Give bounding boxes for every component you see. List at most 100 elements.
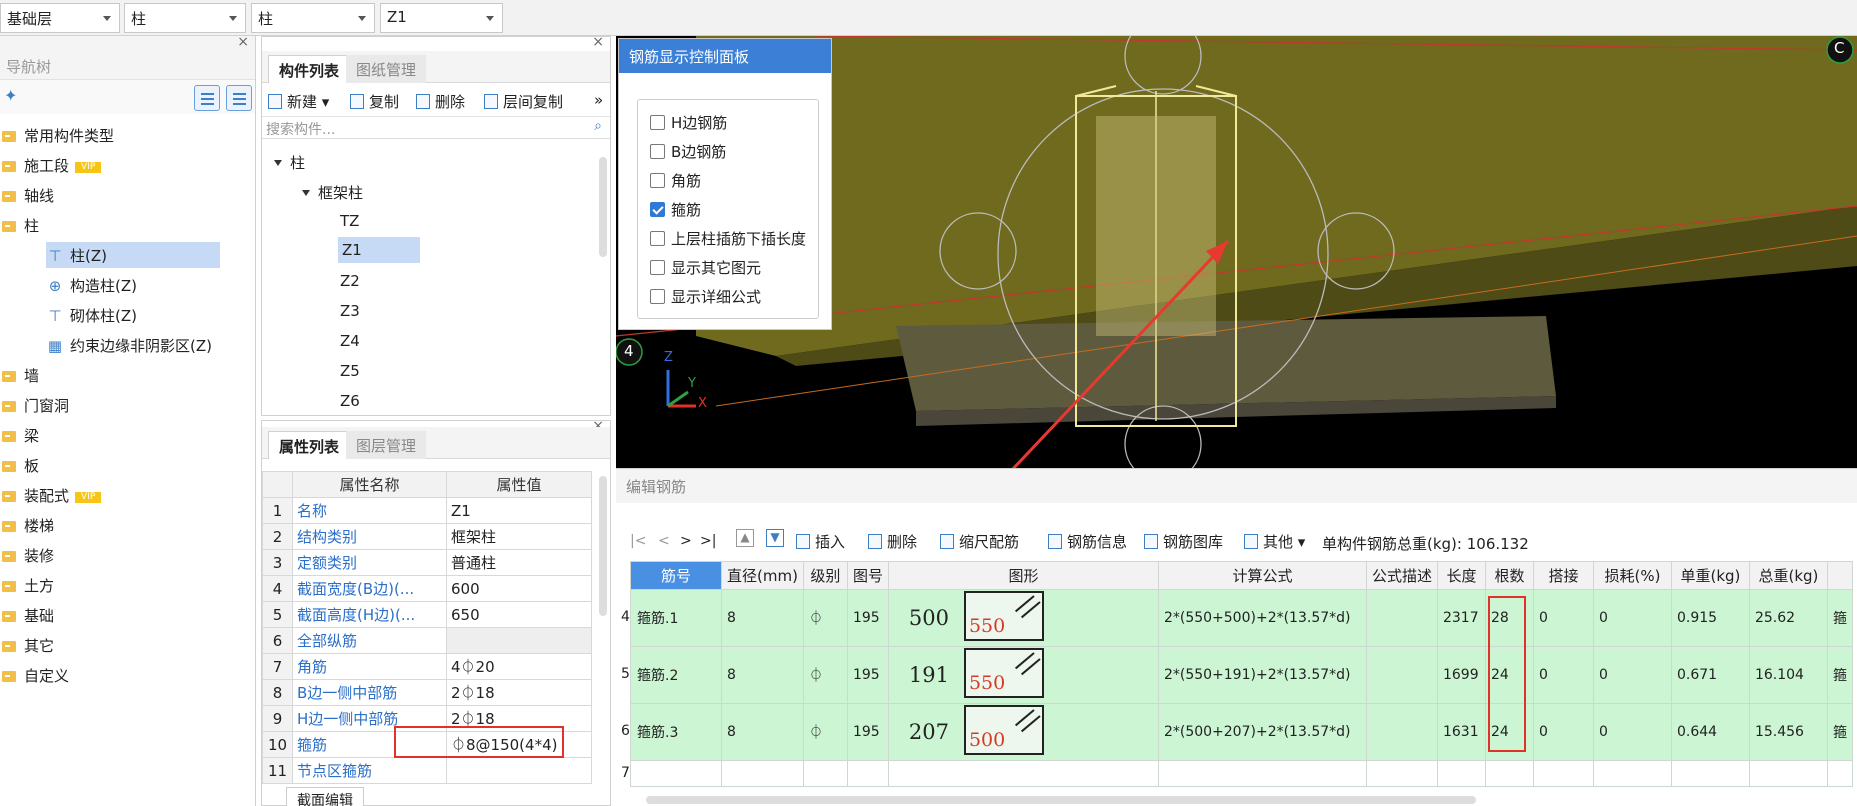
h-rebar-checkbox[interactable]: H边钢筋 [650,112,727,133]
detail-view-icon[interactable] [226,85,252,111]
more-icon[interactable]: » [594,91,603,109]
property-value[interactable] [446,757,592,784]
cell-formula[interactable]: 2*(550+191)+2*(13.57*d) [1157,646,1367,704]
cell-total-weight[interactable]: 25.62 [1748,589,1828,647]
nav-item-slab[interactable]: 板 [2,452,39,478]
component-select[interactable]: Z1 [380,3,503,33]
move-up-icon[interactable]: ▲ [736,529,754,547]
nav-item-column-z[interactable]: ⊤ 柱(Z) [46,242,220,268]
nav-item-earthwork[interactable]: 土方 [2,572,54,598]
list-view-icon[interactable] [194,85,220,111]
property-value[interactable]: 650 [446,601,592,628]
cell-unit-weight[interactable]: 0.671 [1670,646,1750,704]
cell-formula-desc[interactable] [1365,646,1438,704]
cell-formula-desc[interactable] [1365,589,1438,647]
cell-formula[interactable]: 2*(500+207)+2*(13.57*d) [1157,703,1367,761]
nav-item-foundation[interactable]: 基础 [2,602,54,628]
property-value[interactable]: 600 [446,575,592,602]
horizontal-scrollbar[interactable] [646,796,1476,804]
cell-figure-no[interactable]: 195 [846,589,889,647]
empty-cell[interactable] [1826,760,1853,787]
rebar-library-button[interactable]: 钢筋图库 [1144,531,1223,552]
cell-grade[interactable]: ⏀ [802,589,848,647]
tree-item[interactable]: Z5 [340,362,360,380]
rebar-info-button[interactable]: 钢筋信息 [1048,531,1127,552]
empty-cell[interactable] [721,760,804,787]
tree-item[interactable]: Z4 [340,332,360,350]
sparkle-icon[interactable]: ✦ [4,86,17,105]
cell-extra[interactable]: 箍 [1826,646,1853,704]
nav-item-common[interactable]: 常用构件类型 [2,122,114,148]
table-row[interactable]: 5 截面高度(H边)(... 650 [262,601,592,628]
cell-shape[interactable]: 191 550 [887,646,1159,704]
close-icon[interactable]: × [237,34,249,50]
empty-cell[interactable] [802,760,848,787]
empty-cell[interactable] [846,760,889,787]
cell-diameter[interactable]: 8 [721,589,804,647]
search-icon[interactable]: ⌕ [594,118,602,134]
nav-item-custom[interactable]: 自定义 [2,662,69,688]
cell-shape[interactable]: 500 550 [887,589,1159,647]
new-button[interactable]: 新建 ▾ [268,91,329,112]
scale-rebar-button[interactable]: 缩尺配筋 [940,531,1019,552]
empty-cell[interactable] [1484,760,1534,787]
table-row[interactable]: 4 箍筋.1 8 ⏀ 195 500 550 2*(550+500)+2*(13.5… [621,589,1853,647]
show-formula-checkbox[interactable]: 显示详细公式 [650,286,761,307]
empty-cell[interactable] [1365,760,1438,787]
floor-copy-button[interactable]: 层间复制 [484,91,563,112]
cell-diameter[interactable]: 8 [721,703,804,761]
close-icon[interactable]: × [592,34,604,50]
nav-item-decoration[interactable]: 装修 [2,542,54,568]
tree-item[interactable]: Z2 [340,272,360,290]
scrollbar[interactable] [599,157,607,257]
table-row[interactable]: 2 结构类别 框架柱 [262,523,592,550]
cell-formula-desc[interactable] [1365,703,1438,761]
component-search-input[interactable]: 搜索构件... ⌕ [262,117,610,139]
cell-grade[interactable]: ⏀ [802,646,848,704]
cell-lap[interactable]: 0 [1532,646,1594,704]
empty-cell[interactable] [887,760,1159,787]
nav-first-icon[interactable]: |< [630,533,646,549]
cell-loss[interactable]: 0 [1592,589,1672,647]
cell-unit-weight[interactable]: 0.644 [1670,703,1750,761]
cell-figure-no[interactable]: 195 [846,646,889,704]
scrollbar[interactable] [599,476,607,616]
b-rebar-checkbox[interactable]: B边钢筋 [650,141,726,162]
nav-prev-icon[interactable]: < [658,533,670,549]
tree-item-selected[interactable]: Z1 [338,237,420,263]
floor-select[interactable]: 基础层 [0,3,120,33]
move-down-icon[interactable]: ▼ [766,529,784,547]
table-row[interactable]: 1 名称 Z1 [262,497,592,524]
cell-length[interactable]: 1631 [1436,703,1486,761]
cell-total-weight[interactable]: 16.104 [1748,646,1828,704]
tab-section-edit[interactable]: 截面编辑 [286,787,364,806]
other-button[interactable]: 其他 ▾ [1244,531,1305,552]
property-value[interactable]: 4⏀20 [446,653,592,680]
corner-rebar-checkbox[interactable]: 角筋 [650,170,701,191]
table-row[interactable]: 11 节点区箍筋 [262,757,592,784]
cell-loss[interactable]: 0 [1592,703,1672,761]
tree-item[interactable]: Z3 [340,302,360,320]
cell-no[interactable]: 6 箍筋.3 [621,703,722,761]
property-value[interactable]: Z1 [446,497,592,524]
table-row[interactable]: 8 B边一侧中部筋 2⏀18 [262,679,592,706]
nav-item-boundary[interactable]: ▦ 约束边缘非阴影区(Z) [46,332,212,358]
table-row[interactable]: 6 箍筋.3 8 ⏀ 195 207 500 2*(500+207)+2*(13.5… [621,703,1853,761]
property-value[interactable]: 2⏀18 [446,679,592,706]
cell-no[interactable]: 7 [621,760,722,787]
upper-dowel-checkbox[interactable]: 上层柱插筋下插长度 [650,228,806,249]
nav-item-axis[interactable]: 轴线 [2,182,54,208]
nav-item-prefab[interactable]: 装配式 VIP [2,482,102,508]
cell-grade[interactable]: ⏀ [802,703,848,761]
nav-item-openings[interactable]: 门窗洞 [2,392,69,418]
nav-item-other[interactable]: 其它 [2,632,54,658]
tree-item[interactable]: TZ [340,212,359,230]
cell-formula[interactable]: 2*(550+500)+2*(13.57*d) [1157,589,1367,647]
cell-diameter[interactable]: 8 [721,646,804,704]
empty-cell[interactable] [1532,760,1594,787]
tab-layer-manage[interactable]: 图层管理 [346,431,427,459]
empty-cell[interactable] [1670,760,1750,787]
cell-lap[interactable]: 0 [1532,589,1594,647]
type-select[interactable]: 柱 [124,3,246,33]
nav-item-wall[interactable]: 墙 [2,362,39,388]
